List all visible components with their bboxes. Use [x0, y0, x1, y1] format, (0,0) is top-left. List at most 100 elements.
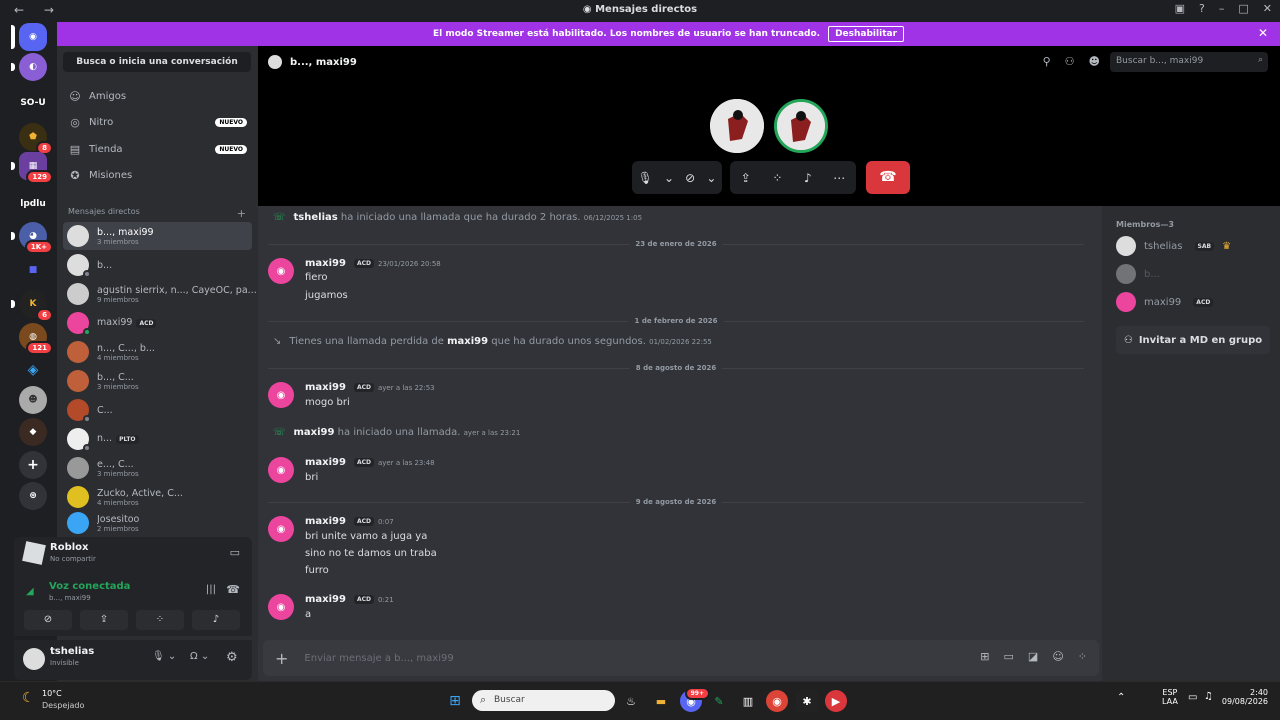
maximize-button[interactable]: □: [1238, 2, 1248, 15]
server-item[interactable]: ◍ 121: [19, 323, 53, 355]
message-author[interactable]: maxi99: [305, 457, 346, 468]
language-indicator[interactable]: ESP LAA: [1162, 688, 1178, 706]
volume-icon[interactable]: ♫: [1204, 691, 1213, 702]
event-author[interactable]: maxi99: [447, 336, 488, 347]
direct-messages-home[interactable]: ◉: [11, 23, 47, 51]
avatar[interactable]: ◉: [268, 457, 294, 483]
add-friend-icon[interactable]: ⚇: [1065, 55, 1075, 68]
mic-icon[interactable]: 🎙: [638, 171, 653, 185]
message-input[interactable]: Enviar mensaje a b..., maxi99: [304, 653, 453, 664]
discord-taskbar-icon[interactable]: ◉ 99+: [680, 687, 710, 712]
dm-item[interactable]: maxi99 ACD: [63, 309, 252, 337]
sticker-icon[interactable]: ◪: [1028, 650, 1038, 663]
call-participant-avatar[interactable]: [774, 99, 828, 153]
avatar[interactable]: ◉: [268, 382, 294, 408]
chevron-down-icon[interactable]: ⌄: [706, 171, 716, 185]
member-item[interactable]: tshelias SAB ♛: [1116, 236, 1231, 256]
apps-icon[interactable]: ⁘: [1078, 650, 1087, 663]
notepad-icon[interactable]: ✎: [708, 690, 730, 712]
chevron-down-icon[interactable]: ⌄: [664, 171, 674, 185]
avatar[interactable]: ◉: [268, 516, 294, 542]
file-explorer-icon[interactable]: ▬: [650, 690, 672, 712]
noise-suppression-icon[interactable]: |||: [206, 584, 216, 595]
screen-share-button[interactable]: ⇪: [80, 610, 128, 630]
headphones-button[interactable]: Ω ⌄: [190, 651, 209, 662]
audio-app-icon[interactable]: ▥: [737, 690, 759, 712]
soundboard-icon[interactable]: ♪: [804, 171, 812, 185]
screen-share-icon[interactable]: ⇪: [741, 171, 751, 185]
activities-icon[interactable]: ⁘: [772, 171, 782, 185]
windows-start-icon[interactable]: ⊞: [444, 690, 466, 712]
voice-status[interactable]: Voz conectada: [49, 581, 130, 592]
close-window-button[interactable]: ✕: [1263, 2, 1272, 15]
server-item[interactable]: ◈: [19, 356, 47, 384]
attach-plus-icon[interactable]: +: [275, 649, 288, 668]
camera-button[interactable]: ⊘: [24, 610, 72, 630]
message-author[interactable]: maxi99: [305, 258, 346, 269]
avatar[interactable]: ◉: [268, 594, 294, 620]
message-author[interactable]: maxi99: [305, 594, 346, 605]
call-participant-avatar[interactable]: [710, 99, 764, 153]
find-conversation-button[interactable]: Busca o inicia una conversación: [63, 52, 251, 72]
gif-icon[interactable]: ▭: [1004, 650, 1014, 663]
activities-button[interactable]: ⁘: [136, 610, 184, 630]
tray-overflow-icon[interactable]: ⌃: [1117, 692, 1125, 703]
weather-moon-icon[interactable]: ☾: [22, 690, 35, 706]
group-dm-shortcut[interactable]: ◐: [11, 53, 47, 81]
help-icon[interactable]: ?: [1199, 2, 1205, 15]
steam-icon[interactable]: ♨: [620, 690, 642, 712]
dm-item[interactable]: agustin sierrix, n..., CayeOC, pa... 9 mi…: [63, 280, 257, 308]
server-item[interactable]: ⬟ 8: [19, 123, 53, 155]
channel-title[interactable]: b..., maxi99: [290, 57, 357, 68]
server-folder[interactable]: ▦ 129: [11, 152, 53, 184]
dm-item[interactable]: b...: [63, 251, 252, 279]
server-lpdlu[interactable]: lpdlu: [19, 190, 47, 218]
dm-item[interactable]: b..., C... 3 miembros: [63, 367, 252, 395]
gift-icon[interactable]: ⊞: [980, 650, 989, 663]
server-item[interactable]: ■: [19, 256, 47, 284]
camera-off-icon[interactable]: ⊘: [685, 171, 695, 185]
server-item[interactable]: K6: [11, 290, 53, 322]
member-item[interactable]: maxi99 ACD: [1116, 292, 1214, 312]
nav-shop[interactable]: ▤ Tienda NUEVO: [67, 138, 247, 160]
disconnect-icon[interactable]: ☎: [226, 583, 240, 596]
dm-item[interactable]: n..., C..., b... 4 miembros: [63, 338, 252, 366]
event-author[interactable]: tshelias: [294, 212, 338, 223]
avatar[interactable]: ◉: [268, 258, 294, 284]
create-dm-icon[interactable]: +: [237, 207, 246, 220]
dm-item[interactable]: b..., maxi99 3 miembros: [63, 222, 252, 250]
inbox-icon[interactable]: ▣: [1175, 2, 1185, 15]
members-icon[interactable]: ☻: [1089, 55, 1100, 68]
media-player-icon[interactable]: ▶: [825, 690, 847, 712]
pin-icon[interactable]: ⚲: [1043, 55, 1051, 68]
close-banner-icon[interactable]: ✕: [1258, 26, 1268, 40]
network-icon[interactable]: ▭: [1188, 692, 1197, 703]
server-so-u[interactable]: SO-U: [19, 89, 47, 117]
dm-item[interactable]: Josesitoo 2 miembros: [63, 512, 252, 534]
dm-item[interactable]: C...: [63, 396, 252, 424]
member-item[interactable]: b...: [1116, 264, 1160, 284]
dm-item[interactable]: e..., C... 3 miembros: [63, 454, 252, 482]
minimize-button[interactable]: –: [1219, 2, 1225, 15]
message-author[interactable]: maxi99: [305, 516, 346, 527]
add-server-button[interactable]: +: [19, 451, 47, 479]
dm-item[interactable]: Zucko, Active, C... 4 miembros: [63, 483, 252, 511]
invite-group-dm-button[interactable]: ⚇ Invitar a MD en grupo: [1116, 326, 1270, 354]
taskbar-search[interactable]: ⌕ Buscar: [472, 690, 615, 711]
settings-gear-icon[interactable]: ⚙: [226, 650, 238, 665]
stream-game-icon[interactable]: ▭: [230, 546, 240, 559]
soundboard-button[interactable]: ♪: [192, 610, 240, 630]
server-item[interactable]: ☻: [19, 386, 47, 414]
hang-up-button[interactable]: ☎: [866, 161, 910, 194]
event-author[interactable]: maxi99: [294, 427, 335, 438]
avatar[interactable]: [23, 648, 45, 670]
search-input[interactable]: Buscar b..., maxi99 ⌕: [1110, 52, 1268, 72]
more-icon[interactable]: ⋯: [833, 171, 845, 185]
nav-nitro[interactable]: ◎ Nitro NUEVO: [67, 111, 247, 133]
message-author[interactable]: maxi99: [305, 382, 346, 393]
clock[interactable]: 2:40 09/08/2026: [1220, 688, 1268, 706]
chrome-icon[interactable]: ◉: [766, 690, 788, 712]
nav-friends[interactable]: ☺ Amigos: [67, 85, 247, 107]
dm-item[interactable]: n... PLTO: [63, 425, 252, 453]
microphone-button[interactable]: 🎙 ⌄: [152, 651, 176, 662]
